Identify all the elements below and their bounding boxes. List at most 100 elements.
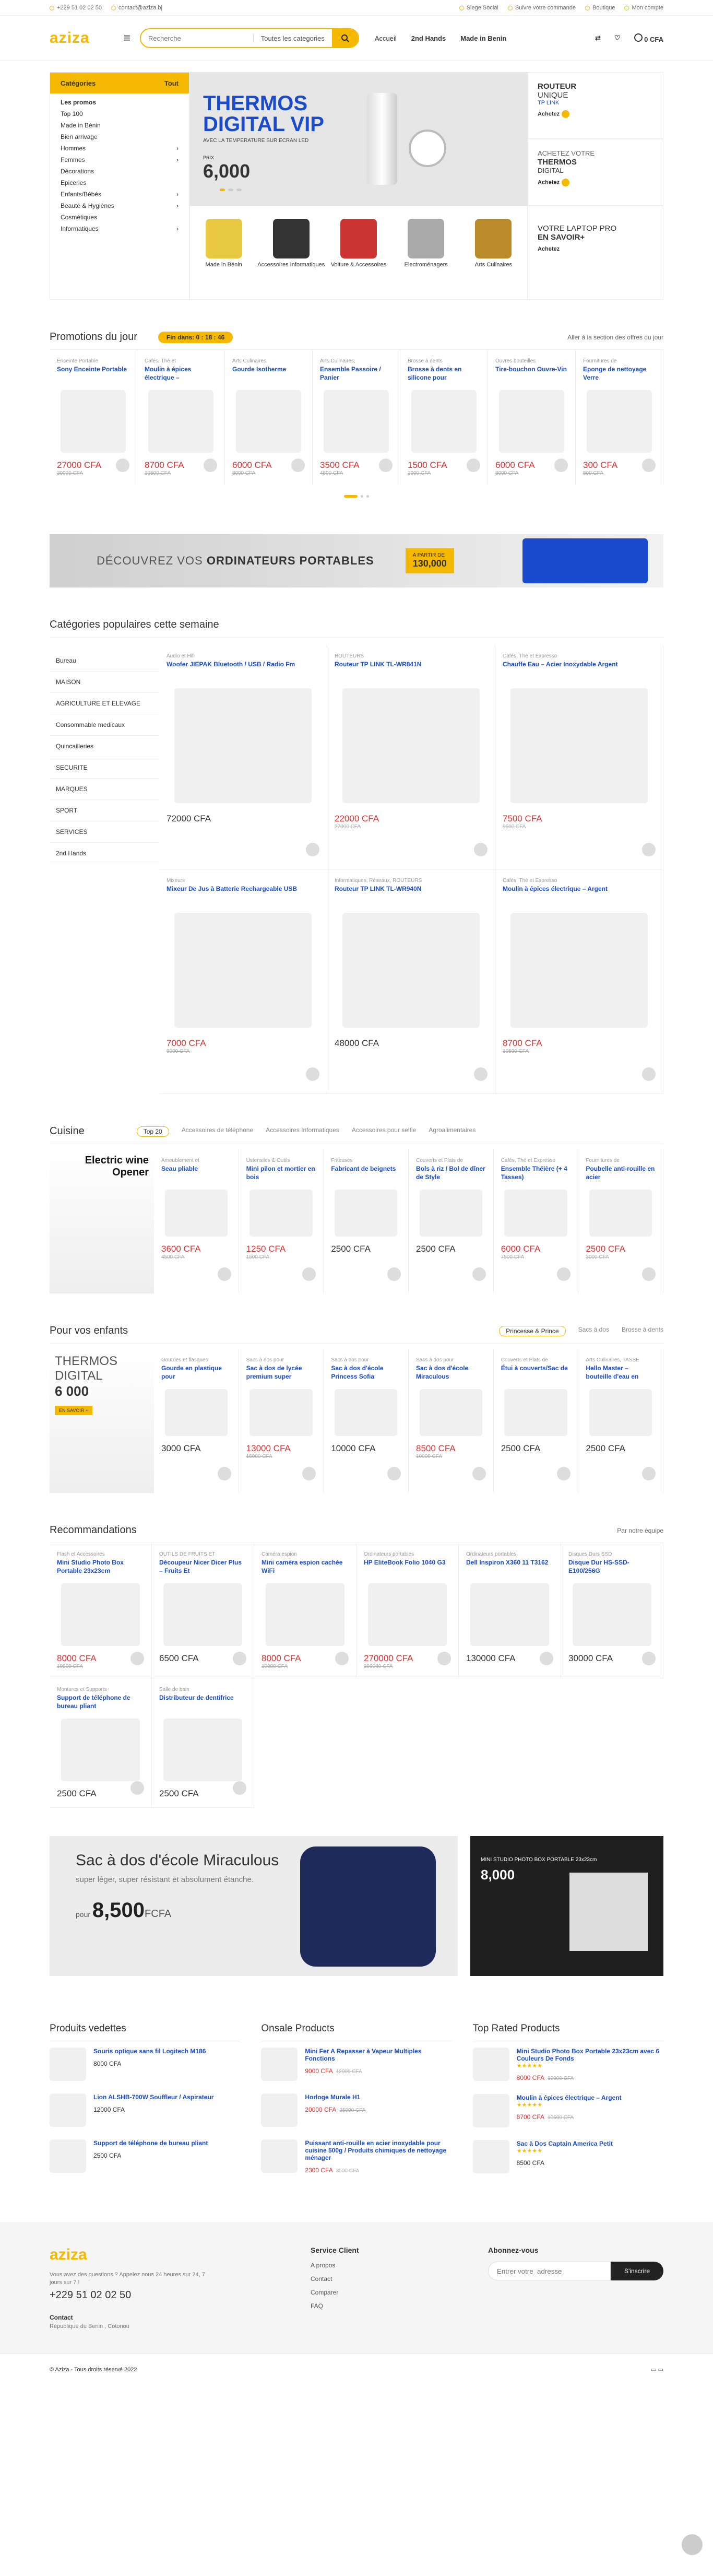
product-name[interactable]: HP EliteBook Folio 1040 G3 <box>364 1558 451 1576</box>
product-image[interactable] <box>342 913 480 1028</box>
tab[interactable]: Brosse à dents <box>622 1326 663 1336</box>
product-name[interactable]: Ensemble Passoire / Panier <box>320 365 393 383</box>
product-image[interactable] <box>504 1190 567 1237</box>
product-image[interactable] <box>249 1190 313 1237</box>
product-name[interactable]: Gourde en plastique pour <box>161 1364 231 1382</box>
product-name[interactable]: Horloge Murale H1 <box>305 2093 365 2101</box>
product-name[interactable]: Poubelle anti-rouille en acier <box>586 1165 656 1182</box>
menu-item[interactable]: Bien arrivage <box>50 131 189 143</box>
newsletter-input[interactable] <box>488 2262 611 2280</box>
add-to-cart-icon[interactable] <box>387 1267 401 1281</box>
product-card[interactable]: Flash et Accessoires Mini Studio Photo Bo… <box>50 1543 152 1678</box>
product-name[interactable]: Routeur TP LINK TL-WR841N <box>335 660 488 678</box>
add-to-cart-icon[interactable] <box>291 458 305 472</box>
product-card[interactable]: Gourdes et flasques Gourde en plastique p… <box>154 1349 239 1493</box>
product-name[interactable]: Puissant anti-rouille en acier inoxydabl… <box>305 2139 451 2161</box>
product-card[interactable]: Enceinte Portable Sony Enceinte Portable 2… <box>50 350 137 485</box>
list-item[interactable]: Puissant anti-rouille en acier inoxydabl… <box>261 2133 451 2180</box>
add-to-cart-icon[interactable] <box>642 1267 656 1281</box>
buy-button[interactable]: Achetez <box>538 179 653 186</box>
add-to-cart-icon[interactable] <box>557 1267 571 1281</box>
add-to-cart-icon[interactable] <box>302 1467 316 1480</box>
product-name[interactable]: Découpeur Nicer Dicer Plus – Fruits Et <box>159 1558 246 1576</box>
add-to-cart-icon[interactable] <box>130 1652 144 1665</box>
tab[interactable]: Top 20 <box>136 1126 169 1137</box>
product-image[interactable] <box>368 1583 447 1646</box>
product-name[interactable]: Distributeur de dentifrice <box>159 1693 246 1711</box>
add-to-cart-icon[interactable] <box>306 843 319 856</box>
side-banner-laptop[interactable]: VOTRE LAPTOP PRO EN SAVOIR+ Achetez <box>528 206 663 300</box>
product-image[interactable] <box>174 688 312 803</box>
product-card[interactable]: Arts Culinaires, Ensemble Passoire / Pani… <box>313 350 400 485</box>
cart-button[interactable]: 0 CFA <box>634 33 663 43</box>
product-name[interactable]: Moulin à épices électrique – Argent <box>517 2094 622 2101</box>
product-name[interactable]: Mini Studio Photo Box Portable 23x23cm a… <box>517 2048 663 2062</box>
product-image[interactable] <box>342 688 480 803</box>
product-image[interactable] <box>335 1190 398 1237</box>
product-image[interactable] <box>419 1190 482 1237</box>
footer-link[interactable]: FAQ <box>311 2302 488 2310</box>
carousel-dots[interactable] <box>50 495 663 498</box>
list-item[interactable]: Moulin à épices électrique – Argent ★★★★★… <box>472 2088 663 2134</box>
product-image[interactable] <box>174 913 312 1028</box>
featured-category[interactable]: Voiture & Accessoires <box>325 206 392 299</box>
product-card[interactable]: Arts Culinaires, Gourde Isotherme 6000 CFA… <box>225 350 313 485</box>
product-image[interactable] <box>61 1719 140 1781</box>
add-to-cart-icon[interactable] <box>540 1652 553 1665</box>
menu-icon[interactable]: ≡ <box>124 31 130 45</box>
product-image[interactable] <box>573 1583 651 1646</box>
product-card[interactable]: Ouvres bouteilles Tire-bouchon Ouvre-Vin 6… <box>488 350 576 485</box>
product-thumbnail[interactable] <box>472 2048 509 2081</box>
popular-category-item[interactable]: Consommable medicaux <box>50 714 159 736</box>
list-item[interactable]: Mini Fer A Repasser à Vapeur Multiples F… <box>261 2041 451 2087</box>
product-thumbnail[interactable] <box>472 2140 509 2173</box>
product-name[interactable]: Sony Enceinte Portable <box>57 365 129 383</box>
product-name[interactable]: Fabricant de beignets <box>331 1165 401 1182</box>
backpack-banner[interactable]: Sac à dos d'école Miraculous super léger,… <box>50 1836 458 1976</box>
product-card[interactable]: Arts Culinaires, TASSE Hello Master – bou… <box>578 1349 664 1493</box>
menu-item[interactable]: Les promos <box>50 97 189 108</box>
product-card[interactable]: Ameublement et Seau pliable 3600 CFA 4500 C… <box>154 1149 239 1293</box>
list-item[interactable]: Sac à Dos Captain America Petit ★★★★★ 8500… <box>472 2134 663 2180</box>
product-card[interactable]: Ordinateurs portables Dell Inspiron X360 … <box>459 1543 561 1678</box>
product-thumbnail[interactable] <box>261 2139 298 2173</box>
product-name[interactable]: Chauffe Eau – Acier Inoxydable Argent <box>503 660 656 678</box>
product-thumbnail[interactable] <box>472 2094 509 2127</box>
product-card[interactable]: Couverts et Plats de Étui à couverts/Sac … <box>494 1349 579 1493</box>
add-to-cart-icon[interactable] <box>233 1652 246 1665</box>
popular-category-item[interactable]: 2nd Hands <box>50 843 159 864</box>
menu-item[interactable]: Hommes › <box>50 143 189 154</box>
tab[interactable]: Agroalimentaires <box>429 1126 476 1137</box>
product-image[interactable] <box>323 390 389 453</box>
menu-item[interactable]: Informatiques › <box>50 223 189 234</box>
product-name[interactable]: Ensemble Théière (+ 4 Tasses) <box>501 1165 571 1182</box>
product-card[interactable]: Cafés, Thé et Expresso Moulin à épices él… <box>495 869 663 1094</box>
product-card[interactable]: OUTILS DE FRUITS ET Découpeur Nicer Dicer… <box>152 1543 254 1678</box>
popular-category-item[interactable]: SPORT <box>50 800 159 821</box>
add-to-cart-icon[interactable] <box>387 1467 401 1480</box>
product-name[interactable]: Sac à dos d'école Princess Sofia <box>331 1364 401 1382</box>
featured-category[interactable]: Arts Culinaires <box>460 206 527 299</box>
menu-item[interactable]: Top 100 <box>50 108 189 120</box>
add-to-cart-icon[interactable] <box>306 1067 319 1081</box>
product-card[interactable]: Friteuses Fabricant de beignets 2500 CFA <box>324 1149 409 1293</box>
product-name[interactable]: Mini pilon et mortier en bois <box>246 1165 316 1182</box>
product-image[interactable] <box>589 1190 652 1237</box>
product-thumbnail[interactable] <box>261 2093 298 2127</box>
product-image[interactable] <box>164 1389 228 1436</box>
buy-button[interactable]: Achetez <box>538 110 653 118</box>
product-name[interactable]: Dell Inspiron X360 11 T3162 <box>466 1558 553 1576</box>
product-name[interactable]: Bols à riz / Bol de dîner de Style <box>416 1165 486 1182</box>
product-card[interactable]: Informatiques, Réseaux, ROUTEURS Routeur … <box>327 869 495 1094</box>
add-to-cart-icon[interactable] <box>554 458 568 472</box>
product-image[interactable] <box>148 390 214 453</box>
product-card[interactable]: Sacs à dos pour Sac à dos d'école Miracul… <box>409 1349 494 1493</box>
footer-logo[interactable]: aziza <box>50 2246 311 2264</box>
product-name[interactable]: Routeur TP LINK TL-WR940N <box>335 885 488 902</box>
add-to-cart-icon[interactable] <box>472 1467 486 1480</box>
wine-opener-banner[interactable]: Electric wine Opener <box>50 1149 154 1293</box>
account-link[interactable]: Mon compte <box>624 5 663 11</box>
product-card[interactable]: Couverts et Plats de Bols à riz / Bol de … <box>409 1149 494 1293</box>
add-to-cart-icon[interactable] <box>379 458 393 472</box>
banner-button[interactable]: EN SAVOIR + <box>55 1406 93 1415</box>
